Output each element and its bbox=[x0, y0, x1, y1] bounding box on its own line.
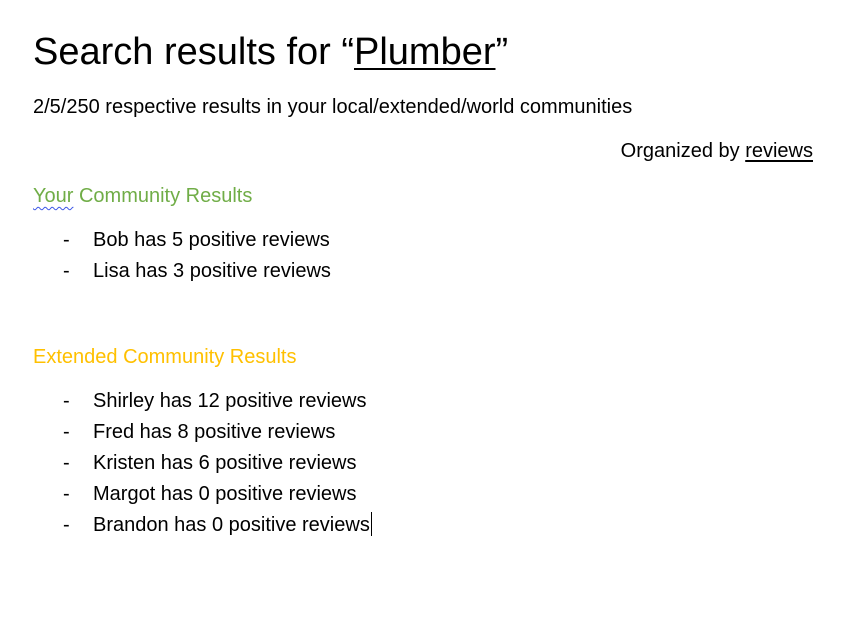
list-item-text: Shirley has 12 positive reviews bbox=[93, 390, 367, 412]
title-suffix: ” bbox=[495, 31, 509, 73]
bullet-dash: - bbox=[63, 260, 70, 282]
list-item: - Bob has 5 positive reviews bbox=[33, 225, 813, 256]
list-item: - Margot has 0 positive reviews bbox=[33, 479, 813, 510]
bullet-dash: - bbox=[63, 452, 70, 474]
sort-line: Organized by reviews bbox=[33, 138, 813, 164]
results-summary: 2/5/250 respective results in your local… bbox=[33, 96, 633, 118]
list-item: - Shirley has 12 positive reviews bbox=[33, 386, 813, 417]
extended-results-list: - Shirley has 12 positive reviews - Fred h… bbox=[33, 386, 813, 541]
list-item: - Brandon has 0 positive reviews bbox=[33, 510, 813, 541]
list-item: - Lisa has 3 positive reviews bbox=[33, 256, 813, 287]
list-item-text: Bob has 5 positive reviews bbox=[93, 229, 330, 251]
list-item: - Fred has 8 positive reviews bbox=[33, 417, 813, 448]
list-item-text: Kristen has 6 positive reviews bbox=[93, 452, 357, 474]
page-title: Search results for “Plumber” bbox=[33, 28, 813, 76]
sort-prefix: Organized by bbox=[620, 140, 740, 162]
bullet-dash: - bbox=[63, 390, 70, 412]
text-cursor bbox=[370, 512, 372, 536]
bullet-dash: - bbox=[63, 421, 70, 443]
local-heading-rest: Community Results bbox=[73, 185, 253, 207]
extended-community-heading: Extended Community Results bbox=[33, 346, 297, 368]
list-item-text: Fred has 8 positive reviews bbox=[93, 421, 336, 443]
bullet-dash: - bbox=[63, 483, 70, 505]
list-item-text: Lisa has 3 positive reviews bbox=[93, 260, 331, 282]
sort-key-link[interactable]: reviews bbox=[745, 140, 813, 162]
list-item: - Kristen has 6 positive reviews bbox=[33, 448, 813, 479]
list-item-text: Brandon has 0 positive reviews bbox=[93, 514, 370, 536]
document-page: Search results for “Plumber” 2/5/250 res… bbox=[33, 28, 813, 541]
local-heading-first-word: Your bbox=[33, 185, 74, 207]
bullet-dash: - bbox=[63, 514, 70, 536]
bullet-dash: - bbox=[63, 229, 70, 251]
title-prefix: Search results for “ bbox=[33, 31, 354, 73]
search-query: Plumber bbox=[354, 31, 496, 73]
local-results-list: - Bob has 5 positive reviews - Lisa has 3 … bbox=[33, 225, 813, 287]
list-item-text: Margot has 0 positive reviews bbox=[93, 483, 357, 505]
local-community-heading: Your Community Results bbox=[33, 183, 813, 209]
